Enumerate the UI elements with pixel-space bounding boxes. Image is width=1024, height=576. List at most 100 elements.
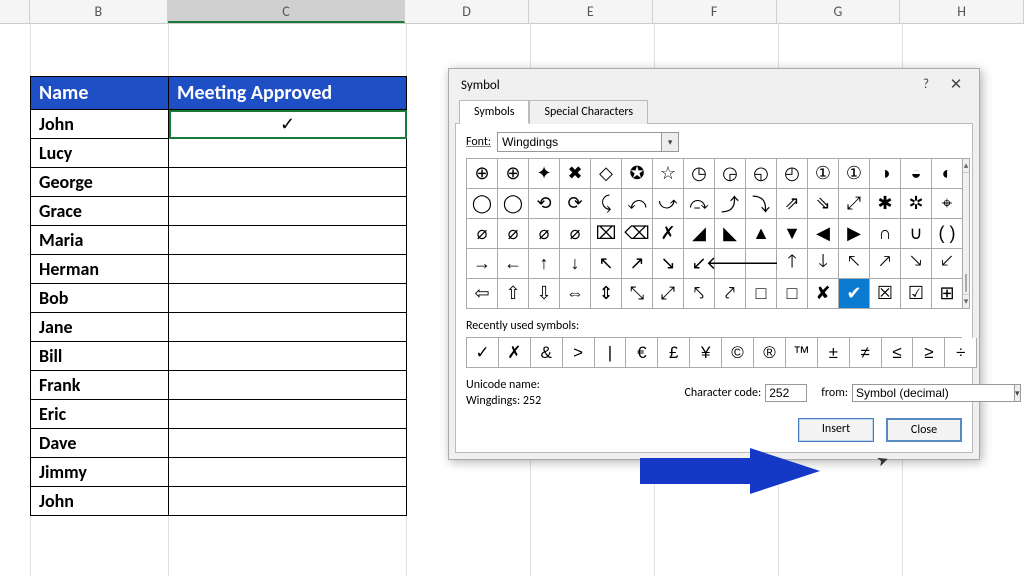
approved-cell[interactable]	[169, 342, 407, 371]
header-name[interactable]: Name	[31, 77, 169, 110]
symbol-cell[interactable]: ◢	[684, 219, 715, 249]
name-cell[interactable]: Eric	[31, 400, 169, 429]
approved-cell[interactable]: ✓	[169, 110, 407, 139]
recent-symbol-cell[interactable]: ✗	[499, 338, 531, 368]
font-select[interactable]: ▾	[497, 132, 679, 152]
col-header-a[interactable]	[0, 0, 30, 23]
symbol-scrollbar[interactable]: ▴ ▾	[963, 158, 970, 309]
symbol-cell[interactable]: ↓	[560, 249, 591, 279]
name-cell[interactable]: Bob	[31, 284, 169, 313]
col-header-e[interactable]: E	[529, 0, 653, 23]
name-cell[interactable]: Jane	[31, 313, 169, 342]
symbol-cell[interactable]: ⇧	[498, 279, 529, 309]
recent-symbol-cell[interactable]: ¥	[690, 338, 722, 368]
approved-cell[interactable]	[169, 197, 407, 226]
symbol-cell[interactable]: ⌧	[591, 219, 622, 249]
approved-cell[interactable]	[169, 168, 407, 197]
symbol-cell[interactable]: ⊕	[498, 159, 529, 189]
approved-cell[interactable]	[169, 371, 407, 400]
recent-symbol-cell[interactable]: ®	[754, 338, 786, 368]
recent-symbol-cell[interactable]: ✓	[467, 338, 499, 368]
symbol-cell[interactable]: □	[746, 279, 777, 309]
col-header-h[interactable]: H	[900, 0, 1024, 23]
scroll-up-icon[interactable]: ▴	[963, 159, 969, 173]
symbol-cell[interactable]: □	[777, 279, 808, 309]
symbol-cell[interactable]: ↖	[591, 249, 622, 279]
symbol-cell[interactable]: ⊕	[467, 159, 498, 189]
symbol-cell[interactable]: ⊞	[932, 279, 963, 309]
recent-symbol-cell[interactable]: |	[595, 338, 627, 368]
symbol-cell[interactable]: ⟲	[529, 189, 560, 219]
name-cell[interactable]: John	[31, 110, 169, 139]
recent-symbol-cell[interactable]: ≤	[882, 338, 914, 368]
header-approved[interactable]: Meeting Approved	[169, 77, 407, 110]
col-header-g[interactable]: G	[777, 0, 901, 23]
symbol-cell[interactable]: ⤡	[622, 279, 653, 309]
tab-special-characters[interactable]: Special Characters	[529, 100, 648, 124]
tab-symbols[interactable]: Symbols	[459, 100, 529, 124]
symbol-cell[interactable]: ◵	[746, 159, 777, 189]
name-cell[interactable]: Frank	[31, 371, 169, 400]
name-cell[interactable]: George	[31, 168, 169, 197]
approved-cell[interactable]	[169, 226, 407, 255]
symbol-cell[interactable]: ⌀	[498, 219, 529, 249]
approved-cell[interactable]	[169, 284, 407, 313]
symbol-cell[interactable]: 🡕	[870, 249, 901, 279]
symbol-cell[interactable]: ⇩	[529, 279, 560, 309]
symbol-cell[interactable]: ✪	[622, 159, 653, 189]
name-cell[interactable]: Dave	[31, 429, 169, 458]
name-cell[interactable]: John	[31, 487, 169, 516]
approved-cell[interactable]	[169, 458, 407, 487]
scroll-down-icon[interactable]: ▾	[963, 294, 969, 308]
col-header-f[interactable]: F	[653, 0, 777, 23]
symbol-cell[interactable]: 🡑	[777, 249, 808, 279]
symbol-cell[interactable]: ◣	[715, 219, 746, 249]
symbol-cell[interactable]: ▼	[777, 219, 808, 249]
symbol-cell[interactable]: ✲	[901, 189, 932, 219]
from-input[interactable]	[852, 384, 1014, 402]
symbol-cell[interactable]: ◯	[498, 189, 529, 219]
symbol-cell[interactable]: ◴	[777, 159, 808, 189]
symbol-cell[interactable]: ⌫	[622, 219, 653, 249]
symbol-cell[interactable]: ⌀	[467, 219, 498, 249]
help-button[interactable]: ?	[911, 75, 941, 95]
close-button[interactable]: Close	[886, 418, 962, 442]
symbol-cell[interactable]: ←	[498, 249, 529, 279]
name-cell[interactable]: Herman	[31, 255, 169, 284]
symbol-cell[interactable]: ↘	[653, 249, 684, 279]
symbol-cell[interactable]: ✖	[560, 159, 591, 189]
recent-symbol-cell[interactable]: &	[531, 338, 563, 368]
symbol-cell[interactable]: ◯	[467, 189, 498, 219]
col-header-b[interactable]: B	[30, 0, 168, 23]
symbol-cell[interactable]: ⤤	[715, 279, 746, 309]
recent-symbol-cell[interactable]: ÷	[945, 338, 977, 368]
col-header-c[interactable]: C	[168, 0, 406, 23]
symbol-cell[interactable]: ①	[839, 159, 870, 189]
symbol-cell[interactable]: ↗	[622, 249, 653, 279]
symbol-cell[interactable]: ∪	[901, 219, 932, 249]
symbol-cell[interactable]: ✦	[529, 159, 560, 189]
symbol-cell[interactable]: ▶	[839, 219, 870, 249]
symbol-cell[interactable]: ∩	[870, 219, 901, 249]
symbol-cell[interactable]: ( )	[932, 219, 963, 249]
symbol-cell[interactable]: ☑	[901, 279, 932, 309]
recent-symbol-cell[interactable]: ≥	[913, 338, 945, 368]
symbol-cell[interactable]: ⤢	[653, 279, 684, 309]
data-table[interactable]: Name Meeting Approved John✓LucyGeorgeGra…	[30, 76, 407, 516]
symbol-cell[interactable]: 🡓	[808, 249, 839, 279]
symbol-cell[interactable]: ◶	[715, 159, 746, 189]
symbol-cell[interactable]: ✗	[653, 219, 684, 249]
symbol-cell[interactable]: ◷	[684, 159, 715, 189]
dialog-titlebar[interactable]: Symbol ? ✕	[449, 69, 979, 99]
recent-symbols-grid[interactable]: ✓✗&>|€£¥©®™±≠≤≥÷	[466, 337, 962, 368]
symbol-cell[interactable]: ⤴	[715, 189, 746, 219]
name-cell[interactable]: Bill	[31, 342, 169, 371]
symbol-cell[interactable]: ⤼	[684, 189, 715, 219]
approved-cell[interactable]	[169, 139, 407, 168]
symbol-cell[interactable]: ⇔	[560, 279, 591, 309]
char-code-input[interactable]	[765, 384, 807, 402]
approved-cell[interactable]	[169, 400, 407, 429]
recent-symbol-cell[interactable]: ©	[722, 338, 754, 368]
col-header-d[interactable]: D	[405, 0, 529, 23]
symbol-cell[interactable]: ⇘	[808, 189, 839, 219]
